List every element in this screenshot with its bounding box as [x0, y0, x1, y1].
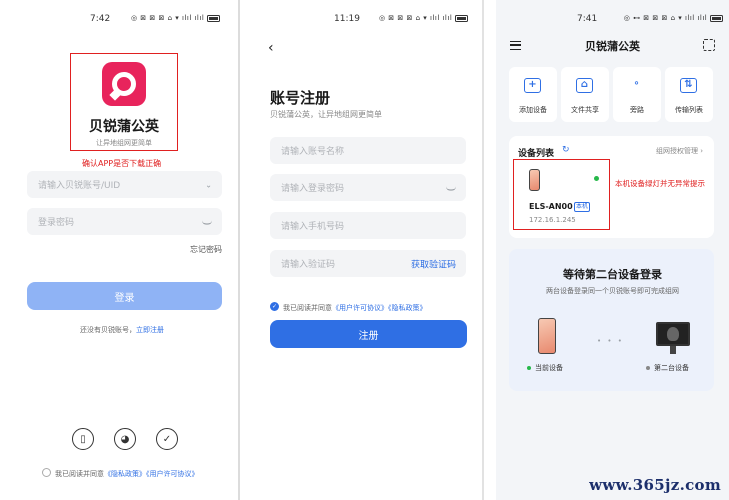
battery-icon	[207, 14, 220, 22]
device-list-title: 设备列表	[518, 149, 555, 159]
app-logo-icon	[102, 62, 146, 106]
app-logo-highlight: 贝锐蒲公英 让异地组网更简单	[70, 53, 178, 151]
chevron-down-icon[interactable]: ⌄	[205, 180, 212, 189]
verification-code-input[interactable]: 请输入验证码 获取验证码	[270, 250, 466, 277]
back-arrow-icon[interactable]: ‹	[268, 40, 274, 56]
page-title: 账号注册	[270, 89, 331, 107]
privacy-policy-link[interactable]: 《隐私政策》	[388, 304, 427, 312]
monitor-illustration	[656, 322, 690, 346]
account-name-input[interactable]: 请输入账号名称	[270, 137, 466, 164]
device-name: ELS-AN00	[529, 202, 573, 211]
password-input[interactable]: 请输入登录密码	[270, 174, 466, 201]
status-bar: 7:41 ◎ ⊷ ⊠ ⊠ ⊠ ⌂ ▾ ılıl ılıl	[496, 14, 729, 26]
annotation-verify-app: 确认APP是否下载正确	[82, 159, 162, 168]
account-input[interactable]: 请输入贝锐账号/UID ⌄	[27, 171, 222, 198]
tile-bypass[interactable]: ∘ 旁路	[613, 67, 661, 122]
forgot-password-link[interactable]: 忘记密码	[190, 244, 222, 255]
online-status-dot	[594, 176, 599, 181]
status-bar: 11:19 ◎ ⊠ ⊠ ⊠ ⌂ ▾ ılıl ılıl	[240, 14, 482, 26]
login-screen: 7:42 ◎ ⊠ ⊠ ⊠ ⌂ ▾ ılıl ılıl 贝锐蒲公英 让异地组网更简…	[0, 0, 238, 500]
legend-current-device: 当前设备	[527, 363, 563, 373]
battery-icon	[455, 14, 468, 22]
app-name: 贝锐蒲公英	[89, 119, 159, 135]
privacy-policy-link[interactable]: 《隐私政策》	[104, 470, 146, 478]
status-icons: ◎ ⊠ ⊠ ⊠ ⌂ ▾ ılıl ılıl	[131, 14, 220, 22]
scan-icon[interactable]	[703, 39, 715, 51]
device-tag: 本机	[574, 202, 591, 212]
home-screen: 7:41 ◎ ⊷ ⊠ ⊠ ⊠ ⌂ ▾ ılıl ılıl 贝锐蒲公英 + 添加设…	[496, 0, 729, 500]
transfer-icon: ⇅	[680, 78, 697, 93]
bypass-icon: ∘	[633, 78, 640, 89]
status-icons: ◎ ⊠ ⊠ ⊠ ⌂ ▾ ılıl ılıl	[379, 14, 468, 22]
watermark-text: www.365jz.com	[589, 476, 721, 494]
login-button[interactable]: 登录	[27, 282, 222, 310]
annotation-device-ok: 本机设备绿灯并无异常提示	[615, 179, 705, 188]
agreement-checkbox-checked[interactable]: ✓	[270, 302, 279, 311]
shield-login-icon[interactable]: ✓	[156, 428, 178, 450]
connection-dots: • • •	[597, 337, 624, 345]
register-screen: 11:19 ◎ ⊠ ⊠ ⊠ ⌂ ▾ ılıl ılıl ‹ 账号注册 贝锐蒲公英…	[240, 0, 482, 500]
register-button[interactable]: 注册	[270, 320, 467, 348]
phone-input[interactable]: 请输入手机号码	[270, 212, 466, 239]
legend-second-device: 第二台设备	[646, 363, 689, 373]
register-prompt: 还没有贝锐账号，立即注册	[80, 326, 164, 334]
current-phone-illustration	[538, 318, 556, 354]
agreement-checkbox[interactable]	[42, 468, 51, 477]
agreement-text: 我已阅读并同意《隐私政策》《用户许可协议》	[55, 470, 199, 478]
refresh-icon[interactable]: ↻	[562, 145, 570, 155]
status-bar: 7:42 ◎ ⊠ ⊠ ⊠ ⌂ ▾ ılıl ılıl	[0, 14, 238, 26]
monitor-stand	[670, 346, 676, 354]
group-auth-link[interactable]: 组网授权管理 ›	[656, 146, 703, 156]
status-time: 7:42	[90, 14, 111, 24]
tile-file-share[interactable]: ⌂ 文件共享	[561, 67, 609, 122]
divider	[482, 0, 484, 500]
gap	[482, 0, 496, 500]
add-icon: +	[524, 78, 541, 93]
device-card[interactable]: ELS-AN00 本机 172.16.1.245	[513, 159, 610, 230]
user-agreement-link[interactable]: 《用户许可协议》	[146, 470, 199, 478]
eye-hidden-icon[interactable]	[446, 183, 456, 192]
get-code-button[interactable]: 获取验证码	[411, 257, 456, 270]
page-title: 贝锐蒲公英	[585, 40, 640, 53]
waiting-subtitle: 两台设备登录同一个贝锐账号即可完成组网	[546, 287, 679, 295]
device-ip: 172.16.1.245	[529, 216, 576, 224]
tile-transfer-list[interactable]: ⇅ 传输列表	[665, 67, 713, 122]
wechat-login-icon[interactable]: ◕	[114, 428, 136, 450]
app-slogan: 让异地组网更简单	[96, 139, 152, 147]
status-icons: ◎ ⊷ ⊠ ⊠ ⊠ ⌂ ▾ ılıl ılıl	[624, 14, 723, 22]
page-subtitle: 贝锐蒲公英，让异地组网更简单	[270, 110, 382, 119]
status-time: 7:41	[577, 14, 598, 24]
eye-hidden-icon[interactable]	[202, 217, 212, 226]
password-input[interactable]: 登录密码	[27, 208, 222, 235]
status-time: 11:19	[334, 14, 360, 24]
phone-device-icon	[529, 169, 540, 191]
tile-add-device[interactable]: + 添加设备	[509, 67, 557, 122]
waiting-title: 等待第二台设备登录	[563, 268, 662, 281]
battery-icon	[710, 14, 723, 22]
register-now-link[interactable]: 立即注册	[136, 326, 164, 334]
user-agreement-link[interactable]: 《用户许可协议》	[332, 304, 388, 312]
phone-login-icon[interactable]: ▯	[72, 428, 94, 450]
agreement-text: 我已阅读并同意《用户许可协议》《隐私政策》	[283, 304, 427, 312]
folder-icon: ⌂	[576, 78, 593, 93]
